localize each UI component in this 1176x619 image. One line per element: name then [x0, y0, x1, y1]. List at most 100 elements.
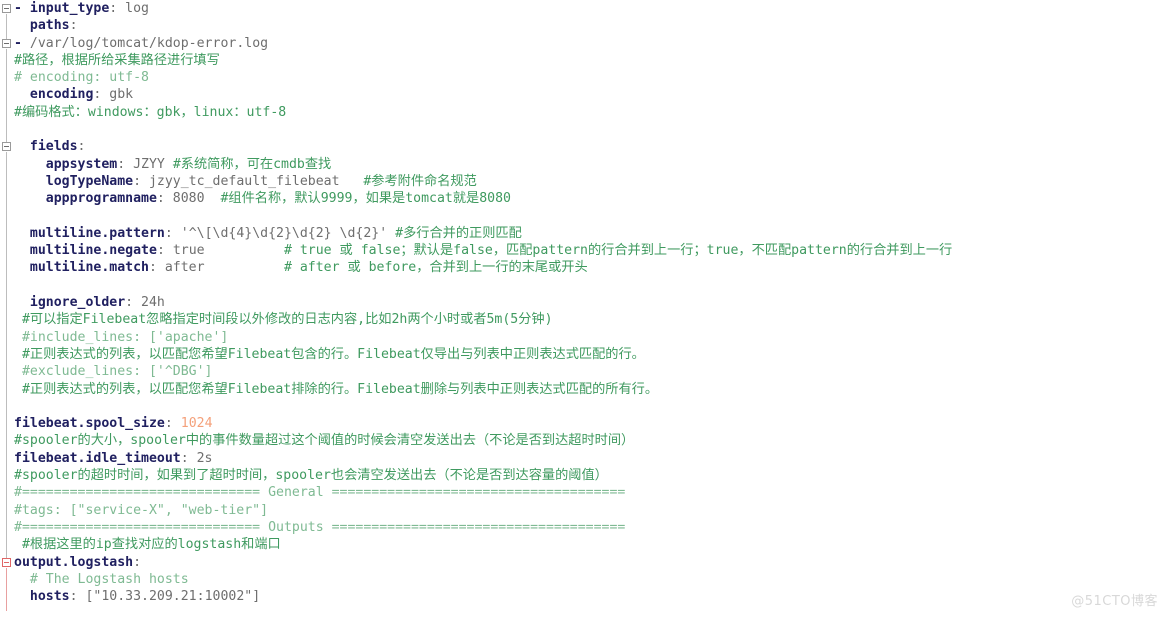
code-token-cg: #exclude_lines: ['^DBG'] [14, 364, 213, 380]
code-token-c: #路径，根据所给采集路径进行填写 [14, 52, 220, 68]
code-token-p: - [14, 35, 30, 51]
code-line[interactable] [14, 121, 1176, 138]
code-token-v: : JZYY [117, 156, 173, 172]
code-token-v: /var/log/tomcat/kdop-error.log [29, 35, 269, 51]
code-line[interactable]: - /var/log/tomcat/kdop-error.log [14, 35, 1176, 52]
fold-guide-line [6, 567, 7, 612]
code-token-v: : [164, 416, 181, 432]
code-token-c: # after 或 before，合并到上一行的末尾或开头 [283, 260, 588, 276]
code-token-c: #正则表达式的列表，以匹配您希望Filebeat包含的行。Filebeat仅导出… [14, 346, 645, 362]
code-line[interactable]: # encoding: utf-8 [14, 69, 1176, 86]
code-line[interactable]: - input_type: log [14, 0, 1176, 17]
watermark: @51CTO博客 [1071, 594, 1158, 609]
code-line[interactable]: #可以指定Filebeat忽略指定时间段以外修改的日志内容,比如2h两个小时或者… [14, 311, 1176, 328]
code-token-cg: #include_lines: ['apache'] [14, 329, 229, 345]
code-line[interactable]: #根据这里的ip查找对应的logstash和端口 [14, 536, 1176, 553]
code-line[interactable]: #============================== Outputs … [14, 519, 1176, 536]
code-token-v [14, 87, 30, 102]
code-token-k: multiline.negate [29, 243, 157, 259]
fold-toggle-icon[interactable] [2, 557, 11, 567]
code-line[interactable]: output.logstash: [14, 554, 1176, 571]
code-token-v: : 8080 [156, 191, 221, 207]
fold-guide-line [6, 14, 7, 41]
code-token-v: : 2s [180, 450, 213, 466]
code-token-v [14, 295, 30, 310]
code-line[interactable]: fields: [14, 138, 1176, 155]
code-line[interactable]: multiline.match: after # after 或 before，… [14, 259, 1176, 276]
code-token-v: : true [156, 243, 284, 259]
code-token-c: #编码格式：windows：gbk，linux：utf-8 [14, 104, 287, 120]
code-token-cg: #============================== General … [14, 485, 626, 501]
code-token-k: hosts [29, 589, 70, 605]
code-line[interactable]: encoding: gbk [14, 86, 1176, 103]
code-token-cg: # The Logstash hosts [14, 571, 189, 587]
code-line[interactable]: #路径，根据所给采集路径进行填写 [14, 52, 1176, 69]
code-token-k: output.logstash [14, 554, 134, 570]
code-line[interactable]: #spooler的超时时间，如果到了超时时间，spooler也会清空发送出去（不… [14, 467, 1176, 484]
code-line[interactable]: #tags: ["service-X", "web-tier"] [14, 502, 1176, 519]
code-line[interactable]: #编码格式：windows：gbk，linux：utf-8 [14, 104, 1176, 121]
code-token-k: fields [29, 139, 78, 155]
code-token-v: : log [109, 1, 149, 16]
fold-gutter[interactable] [0, 0, 14, 619]
code-token-v: : '^\[\d{4}\d{2}\d{2} \d{2}' [164, 225, 396, 241]
code-token-k: encoding [29, 87, 94, 103]
code-token-v [14, 226, 30, 241]
code-token-v: : [133, 554, 142, 570]
code-line[interactable]: filebeat.spool_size: 1024 [14, 415, 1176, 432]
code-token-num: 1024 [180, 416, 213, 432]
code-token-c: #组件名称，默认9999，如果是tomcat就是8080 [220, 191, 511, 207]
code-line[interactable]: #正则表达式的列表，以匹配您希望Filebeat包含的行。Filebeat仅导出… [14, 346, 1176, 363]
code-token-v: : [77, 139, 86, 155]
code-line[interactable]: filebeat.idle_timeout: 2s [14, 450, 1176, 467]
code-line[interactable]: #正则表达式的列表，以匹配您希望Filebeat排除的行。Filebeat删除与… [14, 381, 1176, 398]
code-token-v: : [69, 18, 78, 34]
code-line[interactable]: appprogramname: 8080 #组件名称，默认9999，如果是tom… [14, 190, 1176, 207]
code-token-v [14, 139, 30, 154]
code-line[interactable]: multiline.negate: true # true 或 false；默认… [14, 242, 1176, 259]
code-token-v: : gbk [93, 87, 134, 103]
code-token-c: #可以指定Filebeat忽略指定时间段以外修改的日志内容,比如2h两个小时或者… [14, 312, 553, 328]
code-token-c: #系统简称，可在cmdb查找 [172, 156, 332, 172]
code-line[interactable]: multiline.pattern: '^\[\d{4}\d{2}\d{2} \… [14, 225, 1176, 242]
code-token-v: : 24h [125, 295, 165, 311]
code-token-p: - [14, 1, 30, 16]
fold-toggle-icon[interactable] [2, 4, 11, 13]
code-editor[interactable]: - input_type: log paths: - /var/log/tomca… [0, 0, 1176, 619]
code-token-k: multiline.match [29, 260, 149, 276]
code-line[interactable]: # The Logstash hosts [14, 571, 1176, 588]
fold-guide-line [6, 152, 7, 560]
fold-toggle-icon[interactable] [2, 142, 11, 152]
code-line[interactable]: #============================== General … [14, 484, 1176, 501]
code-token-v [14, 157, 46, 172]
code-token-v: : jzyy_tc_default_filebeat [133, 173, 364, 189]
code-token-k: logTypeName [45, 173, 134, 189]
code-line[interactable]: #include_lines: ['apache'] [14, 329, 1176, 346]
code-token-c: #spooler的超时时间，如果到了超时时间，spooler也会清空发送出去（不… [14, 468, 608, 484]
code-line[interactable]: #exclude_lines: ['^DBG'] [14, 363, 1176, 380]
code-token-k: ignore_older [29, 295, 126, 311]
code-line[interactable]: #spooler的大小，spooler中的事件数量超过这个阈值的时候会清空发送出… [14, 432, 1176, 449]
code-token-v: : ["10.33.209.21:10002"] [69, 589, 261, 605]
fold-toggle-icon[interactable] [2, 38, 11, 48]
code-line[interactable] [14, 208, 1176, 225]
code-line[interactable] [14, 277, 1176, 294]
code-content[interactable]: - input_type: log paths: - /var/log/tomca… [14, 0, 1176, 619]
fold-guide-line [6, 48, 7, 145]
code-line[interactable]: logTypeName: jzyy_tc_default_filebeat #参… [14, 173, 1176, 190]
code-token-k: filebeat.idle_timeout [14, 450, 181, 466]
code-line[interactable] [14, 398, 1176, 415]
code-line[interactable]: hosts: ["10.33.209.21:10002"] [14, 588, 1176, 605]
code-token-c: # true 或 false；默认是false，匹配pattern的行合并到上一… [283, 243, 953, 259]
code-line[interactable]: paths: [14, 17, 1176, 34]
code-line[interactable]: appsystem: JZYY #系统简称，可在cmdb查找 [14, 156, 1176, 173]
code-token-k: input_type [29, 1, 110, 16]
code-token-c: #参考附件命名规范 [363, 173, 477, 189]
code-token-v [14, 589, 30, 604]
code-token-v: : after [148, 260, 284, 276]
code-token-c: #根据这里的ip查找对应的logstash和端口 [14, 537, 281, 553]
code-token-v [14, 174, 46, 189]
code-token-c: #多行合并的正则匹配 [395, 225, 522, 241]
code-token-cg: #============================== Outputs … [14, 519, 626, 535]
code-line[interactable]: ignore_older: 24h [14, 294, 1176, 311]
